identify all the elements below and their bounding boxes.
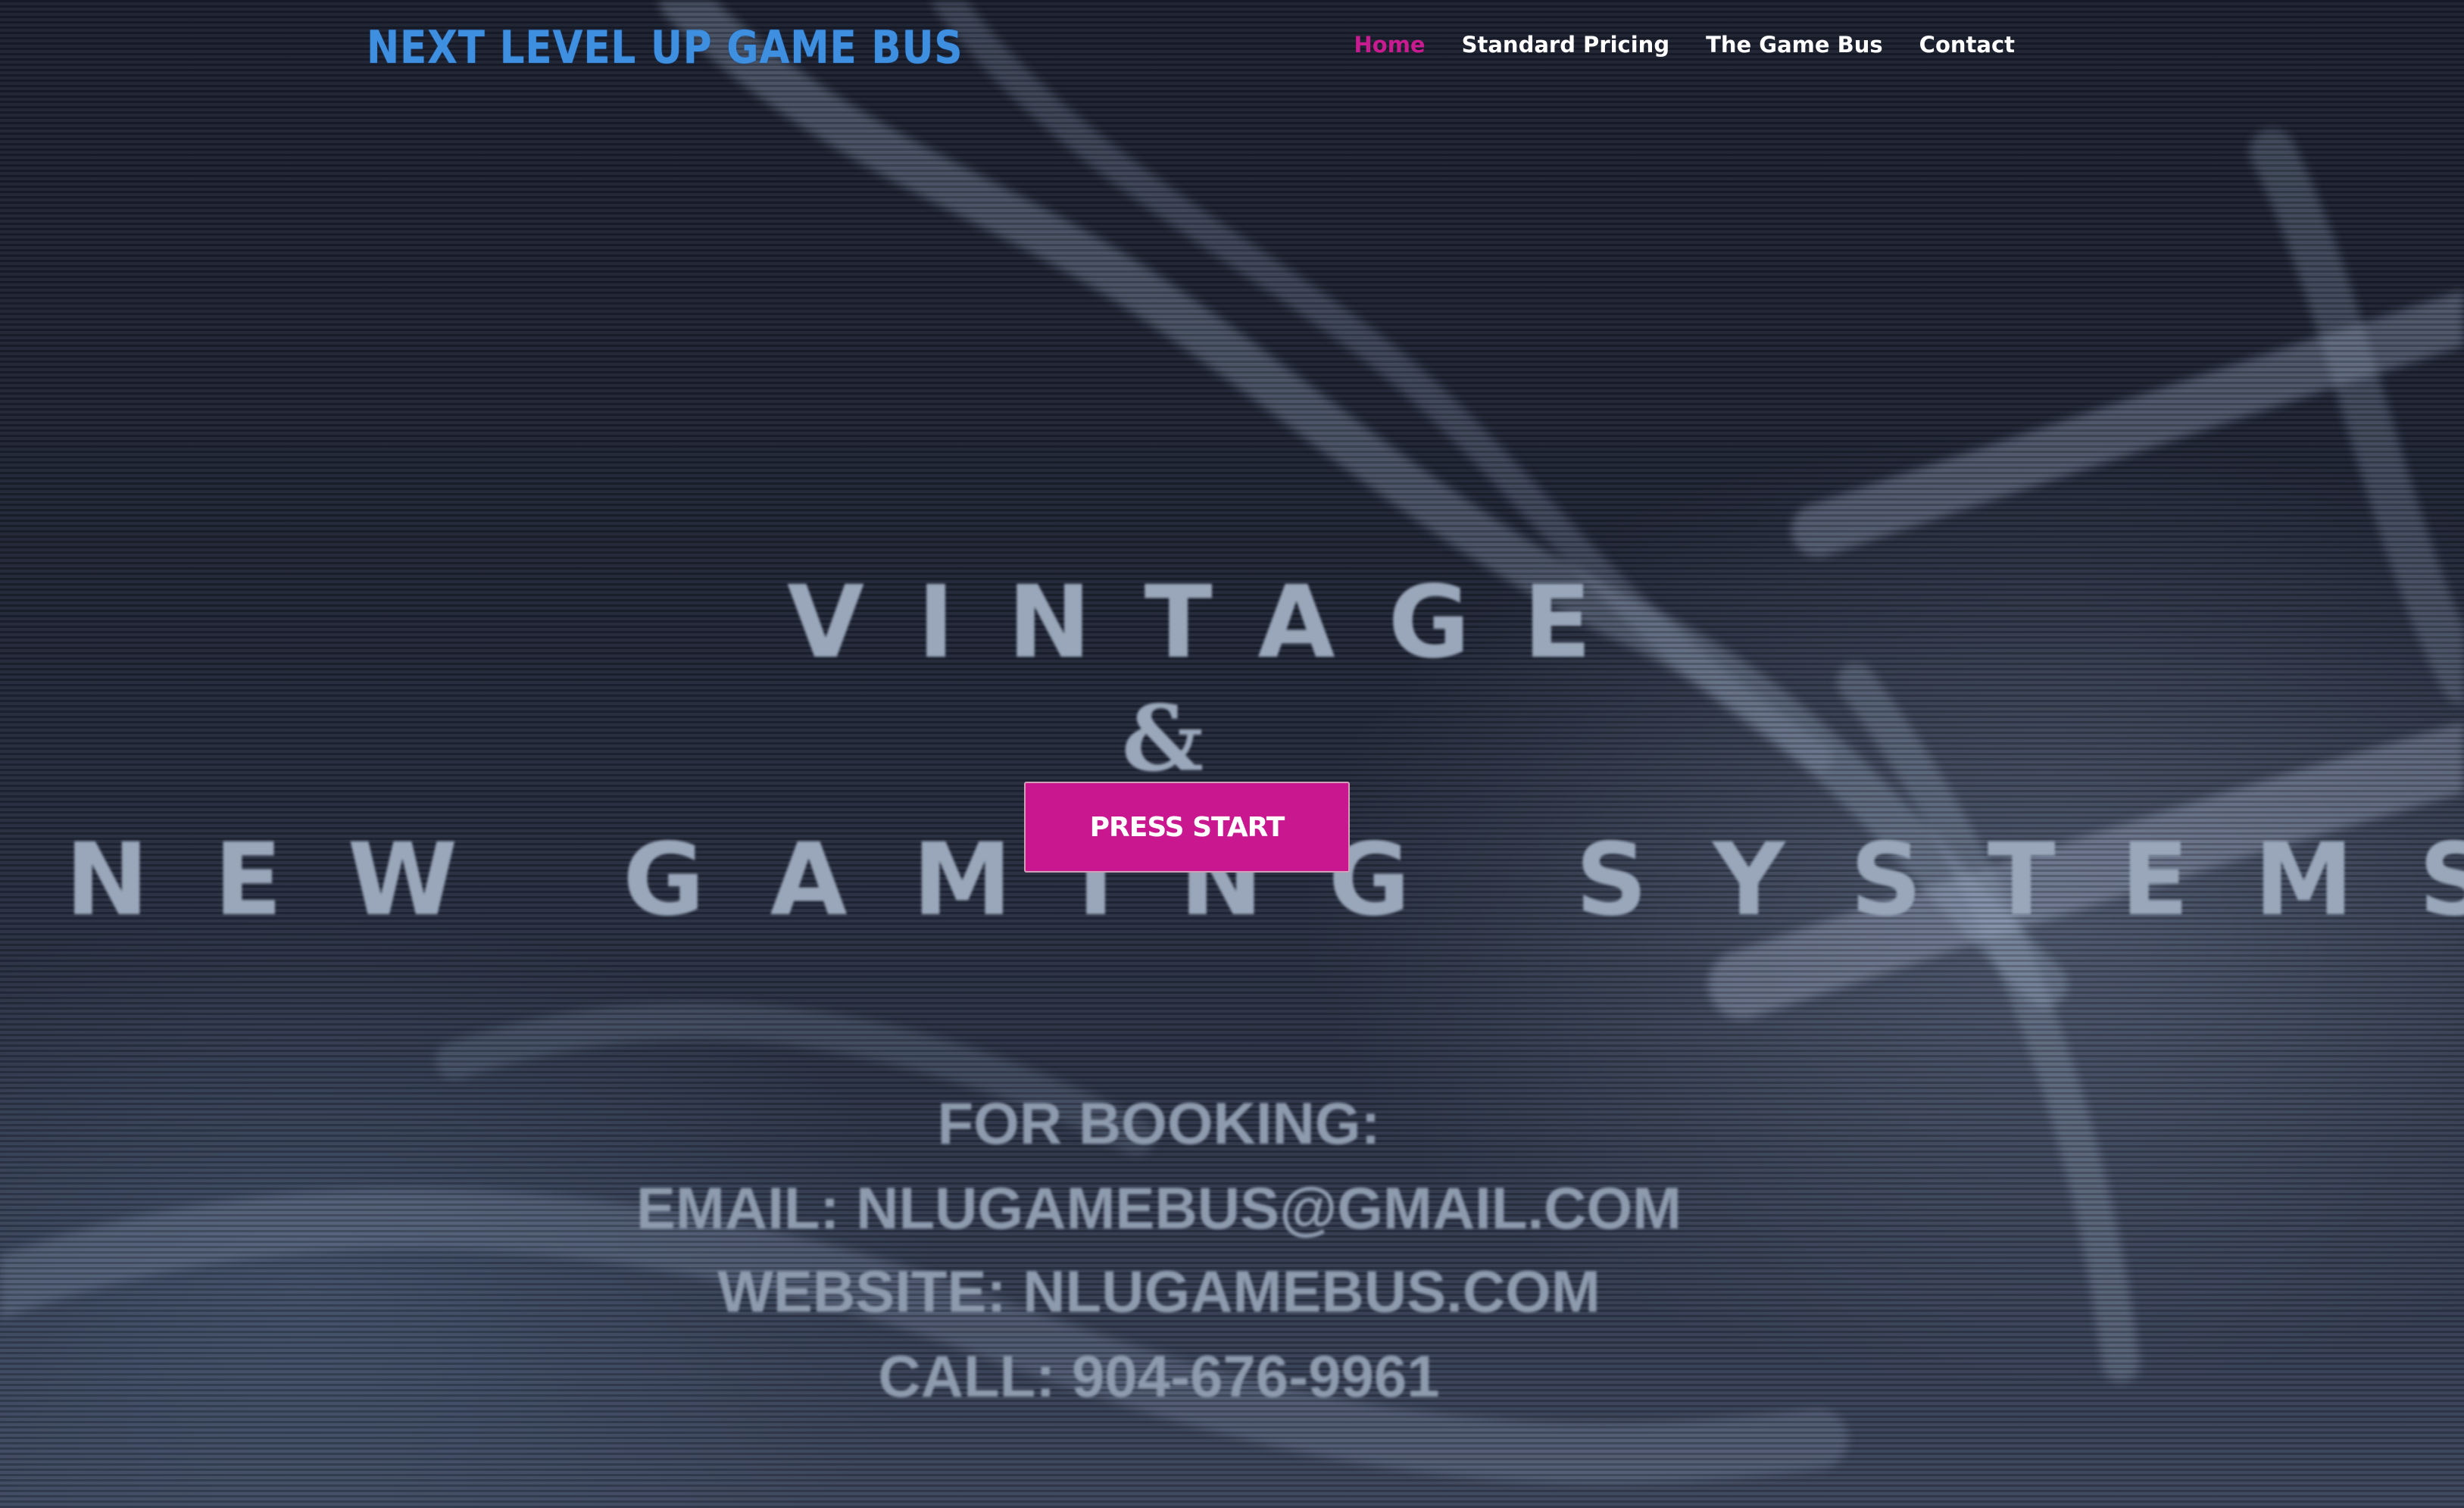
- nav-contact[interactable]: Contact: [1919, 32, 2015, 58]
- site-header: NEXT LEVEL UP GAME BUS Home Standard Pri…: [0, 0, 2464, 98]
- press-start-button[interactable]: PRESS START: [1024, 782, 1350, 873]
- press-start-label: PRESS START: [1089, 811, 1285, 843]
- nav-standard-pricing[interactable]: Standard Pricing: [1462, 32, 1669, 58]
- booking-website: WEBSITE: NLUGAMEBUS.COM: [717, 1258, 1601, 1325]
- hero-heading-vintage: VINTAGE: [786, 564, 1645, 681]
- booking-heading: FOR BOOKING:: [937, 1090, 1381, 1157]
- booking-phone: CALL: 904-676-9961: [878, 1343, 1440, 1410]
- nav-the-game-bus[interactable]: The Game Bus: [1706, 32, 1883, 58]
- nav-home[interactable]: Home: [1354, 32, 1426, 58]
- main-nav: Home Standard Pricing The Game Bus Conta…: [1354, 32, 2015, 58]
- site-logo[interactable]: NEXT LEVEL UP GAME BUS: [367, 21, 963, 74]
- booking-email: EMAIL: NLUGAMEBUS@GMAIL.COM: [636, 1175, 1682, 1241]
- page: NEXT LEVEL UP GAME BUS Home Standard Pri…: [0, 0, 2464, 1508]
- hero-heading-ampersand: &: [1121, 685, 1204, 792]
